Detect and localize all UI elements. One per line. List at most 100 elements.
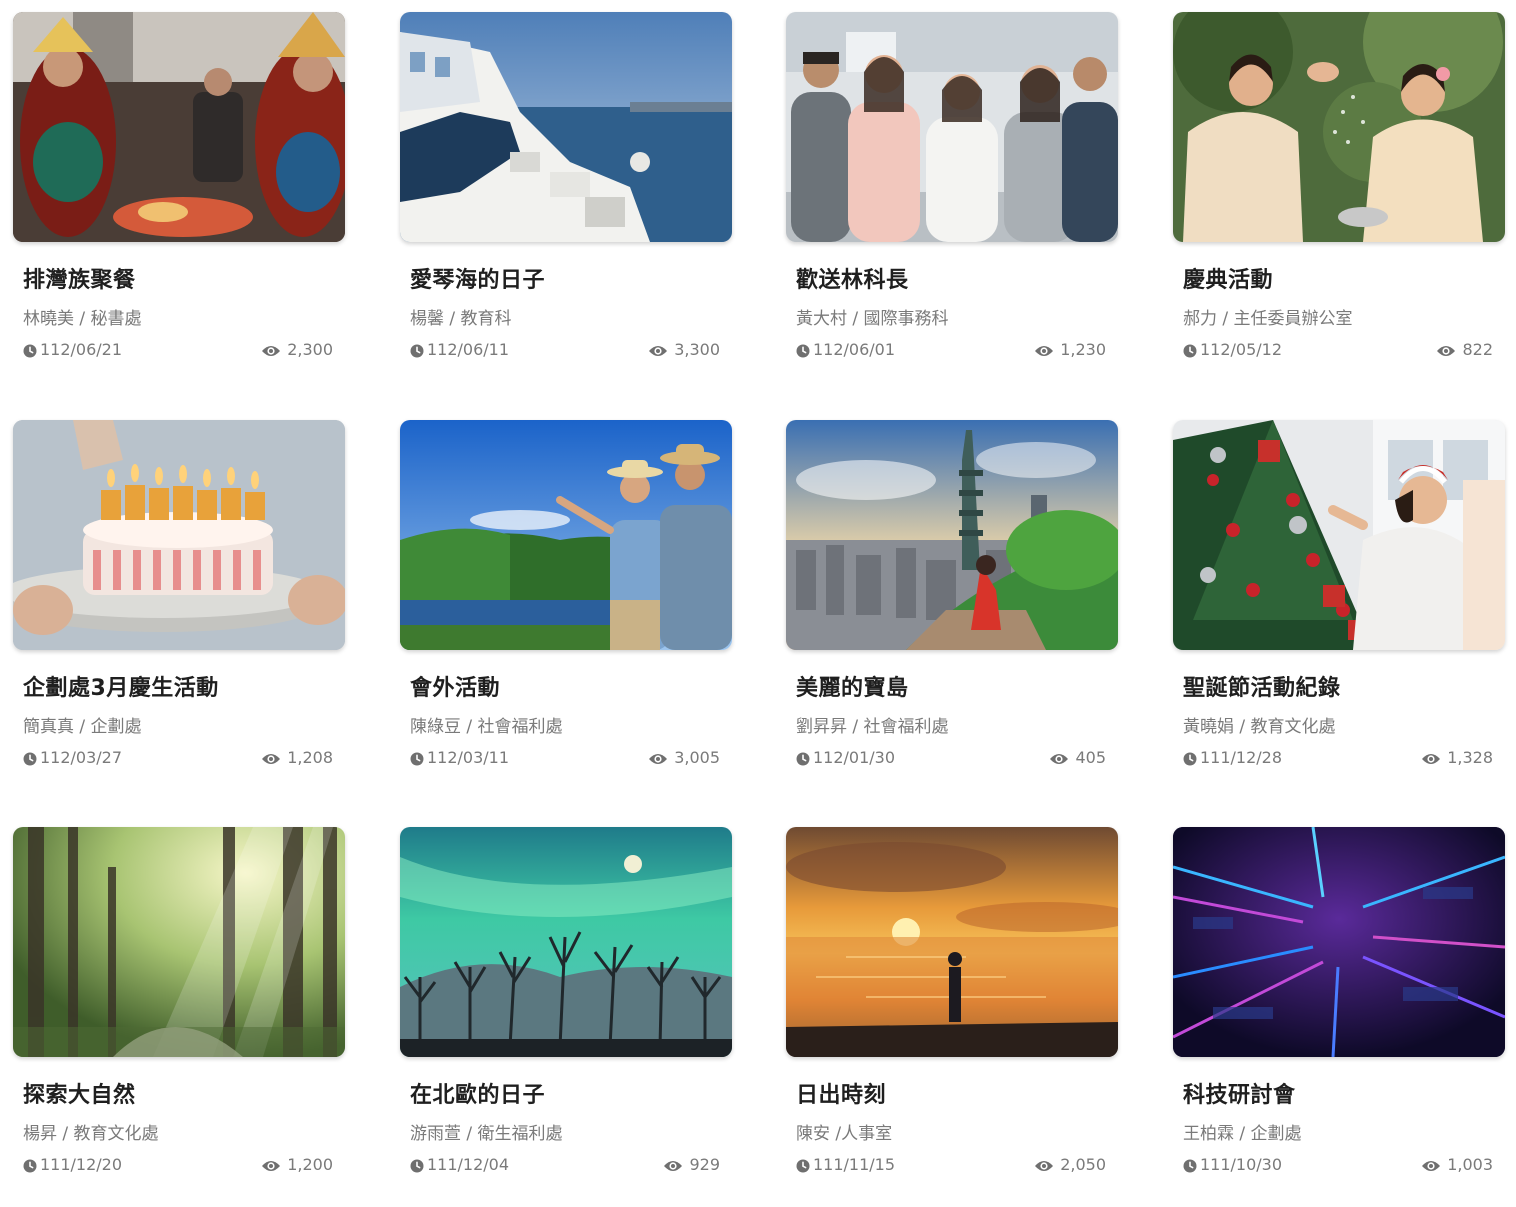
album-views: 929 — [663, 1155, 720, 1174]
album-card[interactable]: 在北歐的日子 游雨萱 / 衛生福利處 111/12/04 929 — [400, 827, 732, 1207]
album-thumbnail[interactable] — [786, 420, 1118, 650]
album-thumbnail[interactable] — [400, 420, 732, 650]
album-date: 112/03/11 — [410, 748, 509, 767]
album-date: 112/06/21 — [23, 340, 122, 359]
album-date-text: 111/12/28 — [1200, 748, 1283, 767]
clock-icon — [23, 751, 37, 765]
album-thumbnail[interactable] — [400, 827, 732, 1057]
album-views: 2,050 — [1034, 1155, 1106, 1174]
album-meta: 112/03/27 1,208 — [23, 748, 333, 772]
eye-icon — [648, 343, 668, 357]
album-date-text: 112/05/12 — [1200, 340, 1283, 359]
album-thumbnail[interactable] — [400, 12, 732, 242]
album-meta: 112/05/12 822 — [1183, 340, 1493, 364]
album-views-count: 1,208 — [287, 748, 333, 767]
album-views-count: 3,005 — [674, 748, 720, 767]
eye-icon — [1421, 1158, 1441, 1172]
album-title[interactable]: 日出時刻 — [796, 1077, 886, 1109]
album-views-count: 405 — [1075, 748, 1106, 767]
album-grid: 排灣族聚餐 林曉美 / 秘書處 112/06/21 2,300 愛琴海的日子 楊… — [0, 0, 1516, 1200]
album-thumbnail[interactable] — [13, 827, 345, 1057]
album-thumbnail[interactable] — [13, 12, 345, 242]
album-thumbnail[interactable] — [786, 827, 1118, 1057]
eye-icon — [1049, 751, 1069, 765]
eye-icon — [1034, 343, 1054, 357]
album-date: 112/03/27 — [23, 748, 122, 767]
eye-icon — [261, 751, 281, 765]
eye-icon — [261, 1158, 281, 1172]
album-views-count: 3,300 — [674, 340, 720, 359]
clock-icon — [23, 343, 37, 357]
album-date-text: 112/01/30 — [813, 748, 896, 767]
album-card[interactable]: 排灣族聚餐 林曉美 / 秘書處 112/06/21 2,300 — [13, 12, 345, 392]
album-views: 2,300 — [261, 340, 333, 359]
album-views-count: 1,003 — [1447, 1155, 1493, 1174]
album-author: 楊昇 / 教育文化處 — [23, 1124, 159, 1144]
album-views-count: 929 — [689, 1155, 720, 1174]
album-title[interactable]: 聖誕節活動紀錄 — [1183, 670, 1341, 702]
clock-icon — [1183, 1158, 1197, 1172]
album-card[interactable]: 科技研討會 王柏霖 / 企劃處 111/10/30 1,003 — [1173, 827, 1505, 1207]
eye-icon — [261, 343, 281, 357]
album-date-text: 111/12/20 — [40, 1155, 123, 1174]
album-thumbnail[interactable] — [786, 12, 1118, 242]
album-views: 405 — [1049, 748, 1106, 767]
album-thumbnail[interactable] — [13, 420, 345, 650]
album-card[interactable]: 愛琴海的日子 楊馨 / 教育科 112/06/11 3,300 — [400, 12, 732, 392]
album-card[interactable]: 美麗的寶島 劉昇昇 / 社會福利處 112/01/30 405 — [786, 420, 1118, 800]
album-meta: 111/12/04 929 — [410, 1155, 720, 1179]
album-meta: 112/03/11 3,005 — [410, 748, 720, 772]
album-views-count: 2,300 — [287, 340, 333, 359]
album-title[interactable]: 慶典活動 — [1183, 262, 1273, 294]
eye-icon — [1034, 1158, 1054, 1172]
album-author: 陳安 /人事室 — [796, 1124, 893, 1144]
album-title[interactable]: 歡送林科長 — [796, 262, 909, 294]
album-date-text: 112/06/21 — [40, 340, 123, 359]
clock-icon — [796, 751, 810, 765]
album-author: 王柏霖 / 企劃處 — [1183, 1124, 1302, 1144]
album-title[interactable]: 會外活動 — [410, 670, 500, 702]
eye-icon — [648, 751, 668, 765]
album-date-text: 112/03/11 — [427, 748, 510, 767]
album-views-count: 2,050 — [1060, 1155, 1106, 1174]
album-card[interactable]: 探索大自然 楊昇 / 教育文化處 111/12/20 1,200 — [13, 827, 345, 1207]
album-author: 游雨萱 / 衛生福利處 — [410, 1124, 563, 1144]
album-title[interactable]: 排灣族聚餐 — [23, 262, 136, 294]
album-views-count: 1,328 — [1447, 748, 1493, 767]
album-card[interactable]: 歡送林科長 黃大村 / 國際事務科 112/06/01 1,230 — [786, 12, 1118, 392]
album-meta: 112/06/01 1,230 — [796, 340, 1106, 364]
album-views: 3,005 — [648, 748, 720, 767]
album-date: 111/12/04 — [410, 1155, 509, 1174]
album-card[interactable]: 企劃處3月慶生活動 簡真真 / 企劃處 112/03/27 1,208 — [13, 420, 345, 800]
album-date-text: 112/03/27 — [40, 748, 123, 767]
clock-icon — [1183, 343, 1197, 357]
album-thumbnail[interactable] — [1173, 827, 1505, 1057]
album-views: 1,208 — [261, 748, 333, 767]
album-title[interactable]: 愛琴海的日子 — [410, 262, 545, 294]
album-title[interactable]: 科技研討會 — [1183, 1077, 1296, 1109]
album-card[interactable]: 聖誕節活動紀錄 黃曉娟 / 教育文化處 111/12/28 1,328 — [1173, 420, 1505, 800]
album-title[interactable]: 美麗的寶島 — [796, 670, 909, 702]
album-thumbnail[interactable] — [1173, 12, 1505, 242]
album-card[interactable]: 日出時刻 陳安 /人事室 111/11/15 2,050 — [786, 827, 1118, 1207]
album-views-count: 822 — [1462, 340, 1493, 359]
clock-icon — [410, 343, 424, 357]
album-views: 1,230 — [1034, 340, 1106, 359]
album-date: 112/06/11 — [410, 340, 509, 359]
album-title[interactable]: 探索大自然 — [23, 1077, 136, 1109]
album-meta: 111/12/20 1,200 — [23, 1155, 333, 1179]
album-card[interactable]: 會外活動 陳綠豆 / 社會福利處 112/03/11 3,005 — [400, 420, 732, 800]
album-author: 林曉美 / 秘書處 — [23, 309, 142, 329]
album-date: 112/01/30 — [796, 748, 895, 767]
album-author: 陳綠豆 / 社會福利處 — [410, 717, 563, 737]
album-title[interactable]: 企劃處3月慶生活動 — [23, 670, 219, 702]
clock-icon — [796, 1158, 810, 1172]
clock-icon — [23, 1158, 37, 1172]
album-date-text: 111/12/04 — [427, 1155, 510, 1174]
album-views: 1,200 — [261, 1155, 333, 1174]
album-thumbnail[interactable] — [1173, 420, 1505, 650]
album-title[interactable]: 在北歐的日子 — [410, 1077, 545, 1109]
album-card[interactable]: 慶典活動 郝力 / 主任委員辦公室 112/05/12 822 — [1173, 12, 1505, 392]
eye-icon — [1436, 343, 1456, 357]
album-meta: 111/11/15 2,050 — [796, 1155, 1106, 1179]
